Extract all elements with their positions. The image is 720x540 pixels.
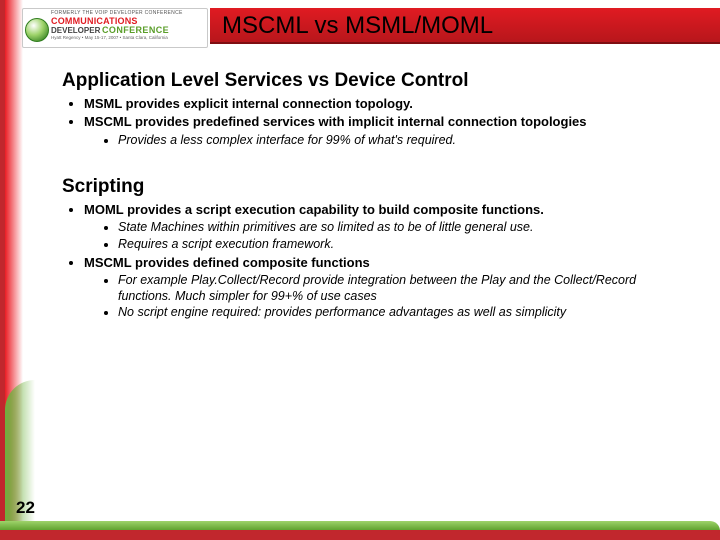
bottom-swoosh xyxy=(0,514,720,540)
page-number: 22 xyxy=(16,498,35,518)
list-item: MSML provides explicit internal connecti… xyxy=(84,96,692,112)
logo-line-1: COMMUNICATIONS xyxy=(51,16,138,26)
bullet-text: MSCML provides predefined services with … xyxy=(84,114,587,129)
list-item: For example Play.Collect/Record provide … xyxy=(118,273,692,304)
list-item: No script engine required: provides perf… xyxy=(118,305,692,321)
slide-content: Application Level Services vs Device Con… xyxy=(62,62,692,500)
bullet-text: MOML provides a script execution capabil… xyxy=(84,202,544,217)
globe-icon xyxy=(25,18,49,42)
sub-bullets: Provides a less complex interface for 99… xyxy=(84,133,692,149)
section-1-bullets: MSML provides explicit internal connecti… xyxy=(62,96,692,148)
bullet-text: MSCML provides defined composite functio… xyxy=(84,255,370,270)
logo-line-3: CONFERENCE xyxy=(102,25,169,35)
swoosh-red xyxy=(0,530,720,540)
list-item: MSCML provides predefined services with … xyxy=(84,114,692,148)
logo-subline: Hyatt Regency • May 15-17, 2007 • Santa … xyxy=(51,36,204,41)
conference-logo: FORMERLY THE VOIP DEVELOPER CONFERENCE C… xyxy=(22,8,208,48)
left-decorative-rail xyxy=(0,0,40,540)
list-item: MSCML provides defined composite functio… xyxy=(84,255,692,321)
section-heading-1: Application Level Services vs Device Con… xyxy=(62,70,692,92)
slide-title: MSCML vs MSML/MOML xyxy=(222,12,493,40)
sub-bullets: State Machines within primitives are so … xyxy=(84,220,692,252)
logo-line-2: DEVELOPER xyxy=(51,26,100,35)
sub-bullets: For example Play.Collect/Record provide … xyxy=(84,273,692,321)
slide-header: MSCML vs MSML/MOML FORMERLY THE VOIP DEV… xyxy=(0,8,720,54)
section-heading-2: Scripting xyxy=(62,176,692,198)
list-item: Provides a less complex interface for 99… xyxy=(118,133,692,149)
list-item: MOML provides a script execution capabil… xyxy=(84,202,692,253)
list-item: Requires a script execution framework. xyxy=(118,237,692,253)
section-2-bullets: MOML provides a script execution capabil… xyxy=(62,202,692,321)
list-item: State Machines within primitives are so … xyxy=(118,220,692,236)
